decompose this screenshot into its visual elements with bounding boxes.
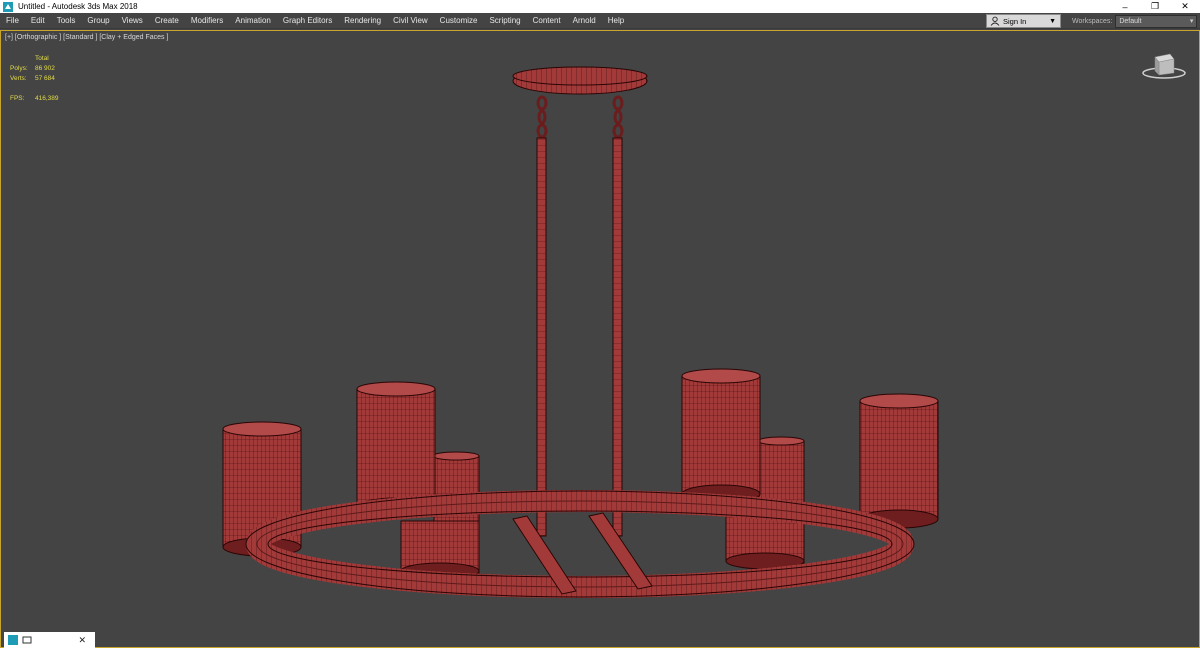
menu-group[interactable]: Group bbox=[81, 13, 115, 29]
stats-verts-value: 57 684 bbox=[35, 75, 55, 82]
workspaces-selector: Workspaces: Default ▾ bbox=[1072, 14, 1198, 28]
close-button[interactable]: ✕ bbox=[1170, 0, 1200, 13]
stats-polys-label: Polys: bbox=[10, 65, 28, 72]
minimize-button[interactable]: – bbox=[1110, 0, 1140, 13]
workspaces-label: Workspaces: bbox=[1072, 17, 1113, 25]
minimized-panel[interactable]: ✕ bbox=[4, 632, 95, 648]
menu-rendering[interactable]: Rendering bbox=[338, 13, 387, 29]
chevron-down-icon: ▾ bbox=[1189, 17, 1194, 25]
menu-animation[interactable]: Animation bbox=[229, 13, 277, 29]
menu-tools[interactable]: Tools bbox=[51, 13, 82, 29]
menu-modifiers[interactable]: Modifiers bbox=[185, 13, 229, 29]
sign-in-dropdown[interactable]: Sign In ▼ bbox=[986, 14, 1061, 28]
stats-fps-value: 416,389 bbox=[35, 95, 59, 102]
menu-file[interactable]: File bbox=[0, 13, 25, 29]
viewport-statistics: Total Polys: 86 902 Verts: 57 684 FPS: 4… bbox=[10, 54, 59, 104]
menu-civil-view[interactable]: Civil View bbox=[387, 13, 434, 29]
chandelier-ring bbox=[245, 490, 915, 598]
shade-far-right bbox=[859, 393, 939, 529]
restore-button[interactable]: ❐ bbox=[1140, 0, 1170, 13]
shade-mid-right bbox=[681, 368, 761, 504]
stats-verts-label: Verts: bbox=[10, 75, 27, 82]
menu-create[interactable]: Create bbox=[149, 13, 185, 29]
ceiling-canopy bbox=[512, 66, 648, 95]
close-icon[interactable]: ✕ bbox=[78, 635, 86, 646]
chevron-down-icon: ▼ bbox=[1049, 17, 1056, 25]
menu-help[interactable]: Help bbox=[602, 13, 630, 29]
menu-views[interactable]: Views bbox=[116, 13, 149, 29]
stats-polys-value: 86 902 bbox=[35, 65, 55, 72]
title-bar: Untitled - Autodesk 3ds Max 2018 – ❐ ✕ bbox=[0, 0, 1200, 13]
window-icon bbox=[22, 636, 32, 644]
stats-fps-label: FPS: bbox=[10, 95, 25, 102]
perspective-viewport[interactable]: [+] [Orthographic ] [Standard ] [Clay + … bbox=[0, 30, 1200, 648]
menu-scripting[interactable]: Scripting bbox=[483, 13, 526, 29]
stats-fps-row: FPS: 416,389 bbox=[10, 94, 59, 104]
menu-arnold[interactable]: Arnold bbox=[567, 13, 602, 29]
chain-right bbox=[612, 95, 624, 139]
app-logo-icon bbox=[3, 1, 13, 12]
viewport-label[interactable]: [+] [Orthographic ] [Standard ] [Clay + … bbox=[5, 34, 168, 41]
stats-total-label: Total bbox=[35, 55, 49, 62]
menu-content[interactable]: Content bbox=[527, 13, 567, 29]
workspace-value: Default bbox=[1119, 17, 1142, 25]
window-title: Untitled - Autodesk 3ds Max 2018 bbox=[18, 2, 138, 11]
menu-graph-editors[interactable]: Graph Editors bbox=[277, 13, 338, 29]
chandelier-model[interactable] bbox=[1, 31, 1199, 647]
chain-left bbox=[536, 95, 548, 139]
workspaces-dropdown[interactable]: Default ▾ bbox=[1115, 14, 1198, 28]
menu-edit[interactable]: Edit bbox=[25, 13, 51, 29]
menu-customize[interactable]: Customize bbox=[434, 13, 484, 29]
user-icon bbox=[990, 16, 1000, 26]
window-controls: – ❐ ✕ bbox=[1110, 0, 1200, 13]
3dsmax-logo-icon bbox=[8, 635, 18, 645]
stats-polys-row: Polys: 86 902 bbox=[10, 64, 59, 74]
viewcube-icon[interactable] bbox=[1141, 49, 1187, 81]
stats-verts-row: Verts: 57 684 bbox=[10, 74, 59, 84]
sign-in-label: Sign In bbox=[1003, 16, 1027, 26]
